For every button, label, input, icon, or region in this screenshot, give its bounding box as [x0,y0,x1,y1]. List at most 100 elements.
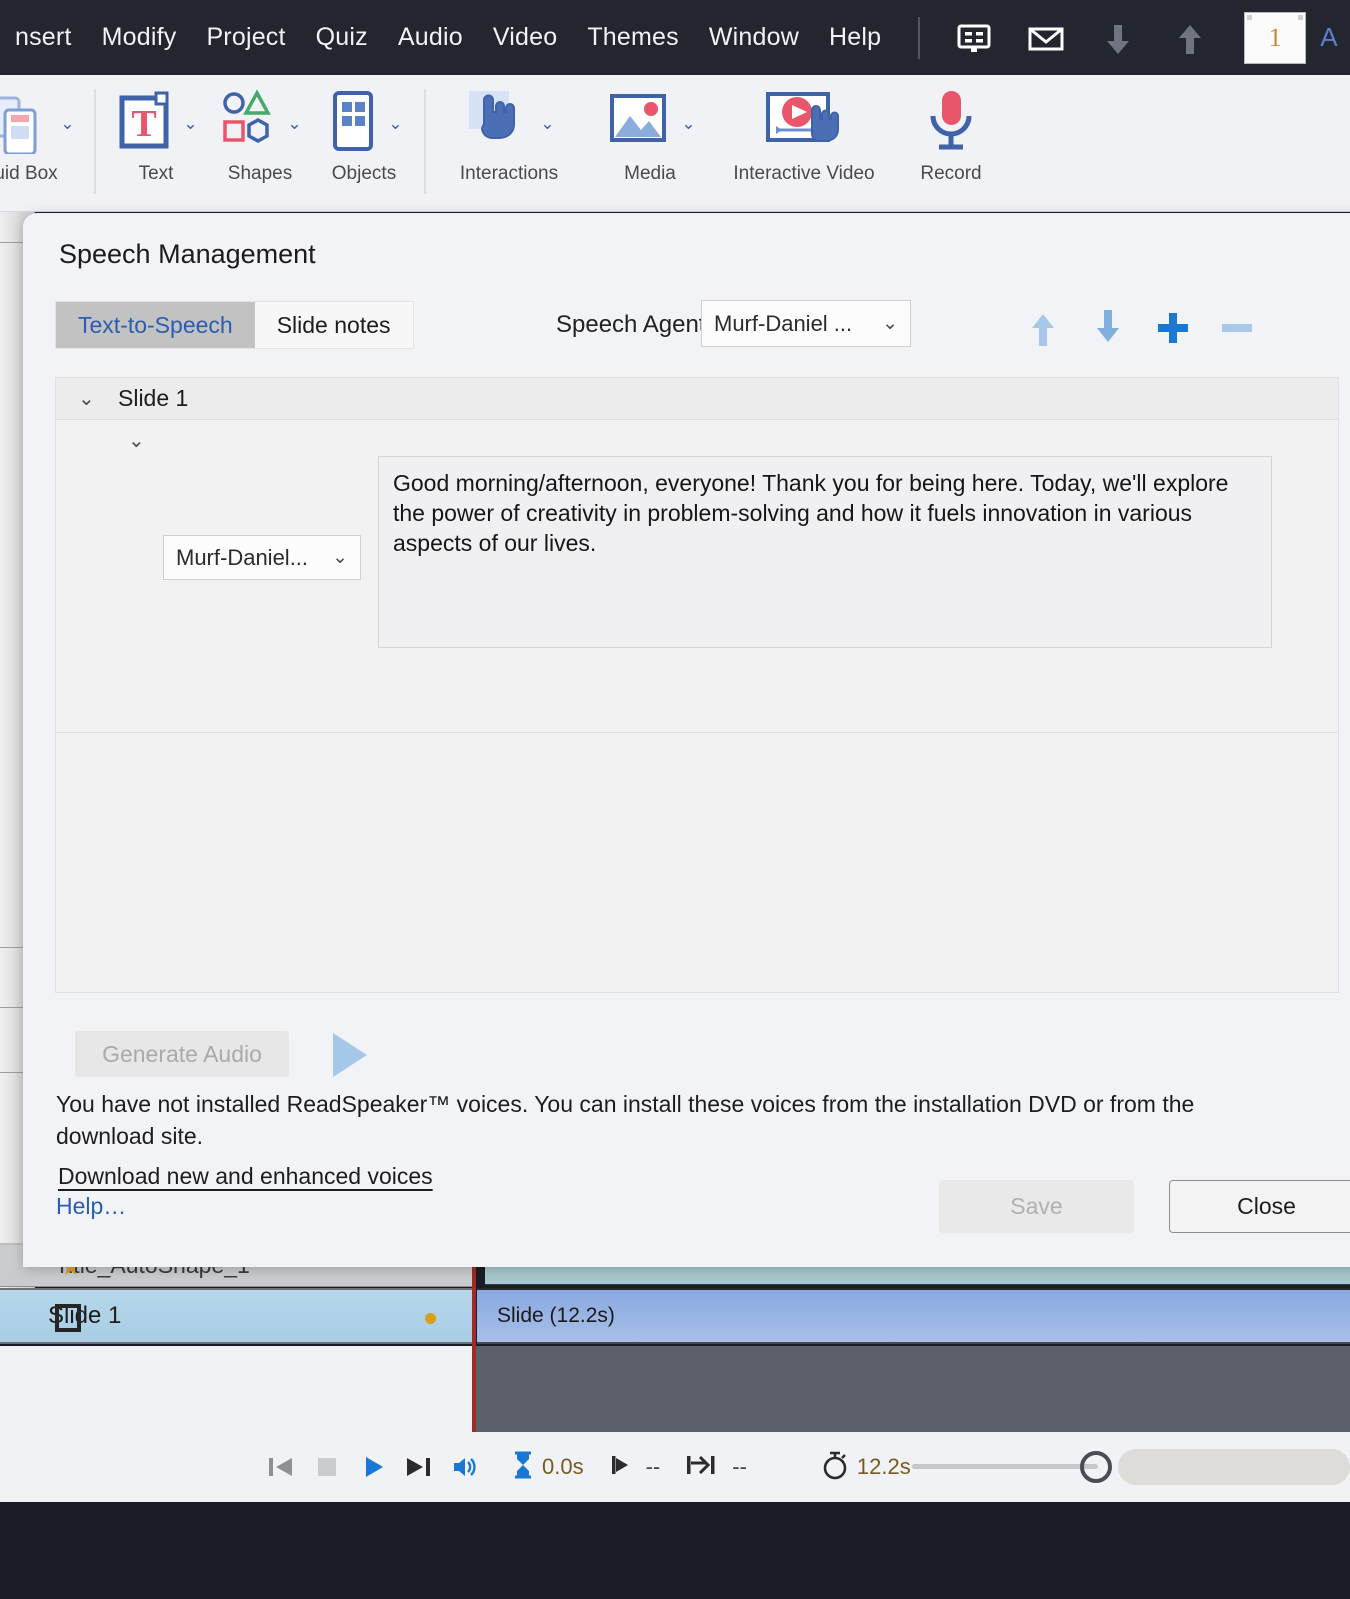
horizontal-scrollbar[interactable] [1118,1449,1350,1485]
ribbon-label-interactive-video: Interactive Video [733,163,875,184]
ribbon-label-record: Record [920,163,982,184]
chevron-down-icon: ⌄ [332,547,348,568]
speech-agent-select[interactable]: Murf-Daniel ... ⌄ [701,300,911,347]
objects-icon [325,88,381,159]
ribbon-label-media: Media [624,163,676,184]
arrow-down-icon[interactable] [1096,16,1140,60]
chevron-down-icon[interactable]: ⌄ [78,386,118,411]
list-row-divider [56,732,1338,733]
chevron-down-icon[interactable]: ⌄ [183,115,197,132]
current-time-group: 0.0s [512,1451,584,1484]
ribbon-divider [424,89,426,194]
speech-agent-label: Speech Agent [556,311,706,338]
move-up-icon[interactable] [1023,305,1063,351]
menu-item-modify[interactable]: Modify [87,23,192,52]
arrow-up-icon[interactable] [1168,16,1212,60]
voices-notice-text: You have not installed ReadSpeaker™ voic… [56,1091,1195,1149]
menu-divider [918,16,921,59]
tts-text-input[interactable] [378,456,1272,648]
ribbon-item-media[interactable]: ⌄ Media [584,75,716,212]
move-down-icon[interactable] [1088,305,1128,351]
menu-item-project[interactable]: Project [191,23,300,52]
media-icon [604,88,674,159]
app-root: nsert Modify Project Quiz Audio Video Th… [0,0,1350,1599]
slide-group-label: Slide 1 [118,385,189,411]
skip-to-end-icon[interactable] [396,1444,442,1490]
chevron-down-icon[interactable]: ⌄ [60,115,74,132]
chevron-down-icon[interactable]: ⌄ [287,115,301,132]
dialog-title: Speech Management [59,239,316,269]
tab-text-to-speech[interactable]: Text-to-Speech [56,302,255,348]
timeline-playhead[interactable] [472,1245,476,1445]
menu-item-quiz[interactable]: Quiz [301,23,383,52]
timeline-empty-right [476,1346,1350,1445]
timeline-slide-row[interactable]: Slide 1 [0,1288,472,1344]
bottom-background [0,1502,1350,1599]
ribbon-item-objects[interactable]: ⌄ Objects [312,75,416,212]
interactive-video-icon [756,88,852,159]
ribbon-item-record[interactable]: Record [892,75,1010,212]
chevron-down-icon[interactable]: ⌄ [388,115,402,132]
ribbon-item-text[interactable]: T ⌄ Text [104,75,208,212]
add-icon[interactable] [1151,305,1195,351]
envelope-icon[interactable] [1024,16,1068,60]
slide-group-header[interactable]: ⌄ Slide 1 [56,378,1338,420]
slide-number-label: 1 [1268,22,1282,52]
download-voices-link[interactable]: Download new and enhanced voices [58,1163,433,1190]
save-button[interactable]: Save [939,1180,1134,1233]
shapes-icon [218,88,280,159]
skip-to-start-icon[interactable] [258,1444,304,1490]
timeline-slide-bar[interactable]: Slide (12.2s) [477,1288,1350,1344]
volume-icon[interactable] [442,1444,488,1490]
chevron-down-icon[interactable]: ⌄ [681,115,695,132]
timeline-empty-left [0,1346,472,1445]
zoom-slider-handle[interactable] [1080,1451,1112,1483]
start-marker-group[interactable]: -- [608,1452,660,1483]
start-marker-icon [608,1452,638,1483]
text-icon: T [114,88,176,159]
speech-agent-value: Murf-Daniel ... [714,310,853,336]
play-icon[interactable] [350,1444,396,1490]
preview-play-icon[interactable] [333,1033,367,1077]
stop-icon[interactable] [304,1444,350,1490]
tab-slide-notes[interactable]: Slide notes [254,302,413,348]
end-marker-icon [684,1452,724,1483]
menu-item-insert[interactable]: nsert [0,23,87,52]
ribbon-item-shapes[interactable]: ⌄ Shapes [208,75,312,212]
menu-bar: nsert Modify Project Quiz Audio Video Th… [0,0,1350,75]
menu-item-themes[interactable]: Themes [572,23,694,52]
end-marker-group[interactable]: -- [684,1452,747,1483]
ribbon-label-shapes: Shapes [227,163,293,184]
hourglass-icon [512,1451,534,1484]
record-microphone-icon [920,88,982,159]
help-link[interactable]: Help… [56,1193,126,1220]
menu-item-window[interactable]: Window [694,23,814,52]
ribbon-label-interactions: Interactions [459,163,559,184]
ribbon-label-text: Text [138,163,174,184]
chevron-down-icon[interactable]: ⌄ [128,428,145,453]
ribbon-item-interactive-video[interactable]: Interactive Video [716,75,892,212]
speech-management-dialog: Speech Management Text-to-Speech Slide n… [23,213,1350,1267]
menu-item-video[interactable]: Video [478,23,573,52]
zoom-slider-track[interactable] [912,1464,1098,1469]
generate-audio-button[interactable]: Generate Audio [75,1031,289,1077]
slides-list-region: ⌄ Slide 1 ⌄ Murf-Daniel... ⌄ [55,377,1339,993]
menu-item-help[interactable]: Help [814,23,896,52]
close-button[interactable]: Close [1169,1180,1350,1233]
voice-select[interactable]: Murf-Daniel... ⌄ [163,535,361,580]
chevron-down-icon: ⌄ [882,313,898,334]
menu-item-audio[interactable]: Audio [383,23,478,52]
dialog-tabs: Text-to-Speech Slide notes [55,301,414,349]
slide-group-body: ⌄ Murf-Daniel... ⌄ [56,420,1338,733]
remove-icon[interactable] [1215,305,1259,351]
ribbon-item-interactions[interactable]: ⌄ Interactions [434,75,584,212]
ribbon-item-fluid-box[interactable]: ⌄ uid Box [0,75,86,212]
voice-select-value: Murf-Daniel... [176,544,309,570]
chevron-down-icon[interactable]: ⌄ [540,115,554,132]
stopwatch-icon [821,1450,849,1485]
slide-thumbnail-indicator[interactable]: 1 [1244,11,1307,64]
slide-status-dot-icon [425,1313,436,1324]
presentation-icon[interactable] [952,16,996,60]
fluid-box-icon [0,88,53,159]
total-time-group: 12.2s [821,1450,911,1485]
